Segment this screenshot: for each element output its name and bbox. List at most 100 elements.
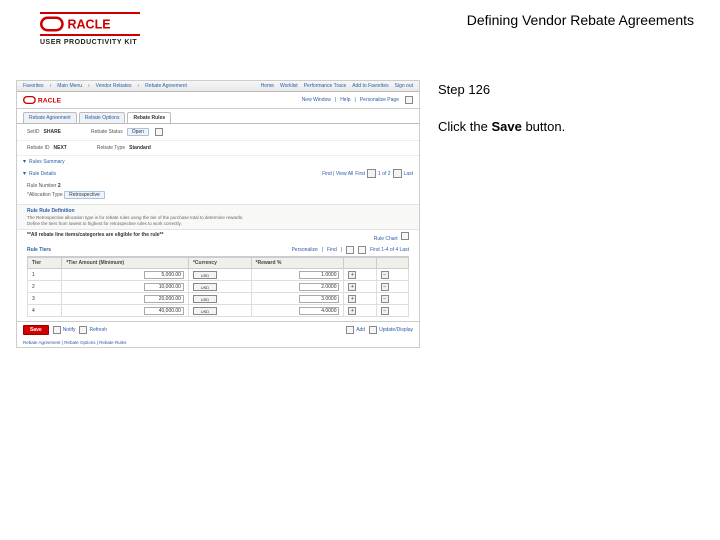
header-fields-2: Rebate ID NEXT Rebate Type Standard: [17, 141, 419, 156]
oracle-wordmark-icon: RACLE: [40, 16, 140, 32]
delete-row-button[interactable]: −: [381, 271, 389, 279]
delete-row-button[interactable]: −: [381, 283, 389, 291]
rebate-type-label: Rebate Type: [97, 145, 125, 151]
favorites-link[interactable]: Add to Favorites: [352, 83, 388, 89]
last-link[interactable]: Last: [404, 171, 413, 177]
reward-input[interactable]: 1.0000: [299, 271, 339, 279]
amount-input[interactable]: 40,000.00: [144, 307, 184, 315]
find-grid-link[interactable]: Find: [327, 247, 337, 253]
tab-rebate-options[interactable]: Rebate Options: [79, 112, 126, 123]
eligibility-note: **All rebate line items/categories are e…: [27, 232, 163, 242]
update-display-button[interactable]: Update/Display: [369, 326, 413, 334]
col-tier: Tier: [28, 258, 62, 269]
currency-select[interactable]: USD: [193, 283, 217, 291]
update-icon: [369, 326, 377, 334]
currency-cell: USD: [188, 305, 251, 317]
rule-details-header[interactable]: Rule Details Find | View All First 1 of …: [17, 167, 419, 180]
tab-rebate-rules[interactable]: Rebate Rules: [127, 112, 171, 123]
table-row: 440,000.00USD4.0000+−: [28, 305, 409, 317]
save-button[interactable]: Save: [23, 325, 49, 335]
http-icon[interactable]: [405, 96, 413, 104]
notify-button[interactable]: Notify: [53, 326, 76, 334]
rule-definition-block: Rule Rule Definition The Retrospective a…: [17, 204, 419, 230]
reward-input[interactable]: 2.0000: [299, 283, 339, 291]
rule-chart-link[interactable]: Rule Chart: [374, 232, 409, 242]
rebate-status-label: Rebate Status: [91, 129, 123, 135]
rules-summary-header[interactable]: Rules Summary: [17, 156, 419, 167]
add-row-button[interactable]: +: [348, 283, 356, 291]
chart-icon[interactable]: [401, 232, 409, 240]
amount-input[interactable]: 5,000.00: [144, 271, 184, 279]
table-row: 1 5,000.00 USD 1.0000 + −: [28, 269, 409, 281]
personalize-grid-link[interactable]: Personalize: [292, 247, 318, 253]
tab-strip: Rebate Agreement Rebate Options Rebate R…: [17, 109, 419, 124]
tier-cell: 1: [28, 269, 62, 281]
alloc-type-select[interactable]: Retrospective: [64, 191, 105, 199]
add-row-button[interactable]: +: [348, 271, 356, 279]
amount-cell: 40,000.00: [62, 305, 189, 317]
add-button[interactable]: Add: [346, 326, 365, 334]
grid-title: Rule Tiers: [27, 247, 51, 253]
tab-rebate-agreement[interactable]: Rebate Agreement: [23, 112, 77, 123]
personalize-link[interactable]: Personalize Page: [360, 97, 399, 103]
rebate-id-value: NEXT: [54, 145, 67, 151]
new-window-link[interactable]: New Window: [302, 97, 331, 103]
setid-label: SetID: [27, 129, 40, 135]
instruction-panel: Step 126 Click the Save button.: [438, 80, 694, 348]
currency-select[interactable]: USD: [193, 295, 217, 303]
rebate-id-label: Rebate ID: [27, 145, 50, 151]
rebate-status-select[interactable]: Open: [127, 128, 149, 136]
tiers-table: Tier *Tier Amount (Minimum) *Currency *R…: [27, 257, 409, 317]
delete-row-button[interactable]: −: [381, 295, 389, 303]
prev-icon[interactable]: [367, 169, 376, 178]
table-row: 210,000.00USD2.0000+−: [28, 281, 409, 293]
next-icon[interactable]: [393, 169, 402, 178]
reward-input[interactable]: 3.0000: [299, 295, 339, 303]
amount-cell: 5,000.00: [62, 269, 189, 281]
help-link[interactable]: Help: [340, 97, 350, 103]
app-top-bar: Favorites› Main Menu› Vendor Rebates› Re…: [17, 81, 419, 92]
rule-number-value: 2: [58, 183, 61, 189]
page-header: RACLE USER PRODUCTIVITY KIT Defining Ven…: [0, 0, 720, 52]
delete-row-button[interactable]: −: [381, 307, 389, 315]
step-instruction: Click the Save button.: [438, 119, 694, 134]
action-bar: Save Notify Refresh Add Update/Display: [17, 321, 419, 338]
currency-cell: USD: [188, 269, 251, 281]
perf-trace-link[interactable]: Performance Trace: [304, 83, 347, 89]
rule-details-label: Rule Details: [29, 171, 56, 177]
setid-value: SHARE: [44, 129, 62, 135]
currency-select[interactable]: USD: [193, 307, 217, 315]
amount-input[interactable]: 20,000.00: [144, 295, 184, 303]
chevron-down-icon[interactable]: [155, 128, 163, 136]
add-row-button[interactable]: +: [348, 307, 356, 315]
currency-cell: USD: [188, 281, 251, 293]
home-link[interactable]: Home: [261, 83, 274, 89]
currency-select[interactable]: USD: [193, 271, 217, 279]
rule-def-title: Rule Rule Definition: [27, 208, 409, 214]
refresh-button[interactable]: Refresh: [79, 326, 107, 334]
add-row-button[interactable]: +: [348, 295, 356, 303]
reward-cell: 1.0000: [251, 269, 344, 281]
worklist-link[interactable]: Worklist: [280, 83, 298, 89]
tier-cell: 3: [28, 293, 62, 305]
reward-input[interactable]: 4.0000: [299, 307, 339, 315]
oracle-small-icon: RACLE: [23, 95, 77, 105]
zoom-icon[interactable]: [346, 246, 354, 254]
rebate-type-value: Standard: [129, 145, 151, 151]
first-link[interactable]: First: [355, 171, 365, 177]
breadcrumb-item[interactable]: Vendor Rebates: [96, 83, 132, 89]
header-fields: SetID SHARE Rebate Status Open: [17, 124, 419, 141]
footer-tab-links[interactable]: Rebate Agreement | Rebate Options | Reba…: [17, 338, 419, 347]
amount-input[interactable]: 10,000.00: [144, 283, 184, 291]
breadcrumb-item[interactable]: Rebate Agreement: [145, 83, 187, 89]
breadcrumb-item[interactable]: Main Menu: [57, 83, 82, 89]
signout-link[interactable]: Sign out: [395, 83, 413, 89]
lesson-title: Defining Vendor Rebate Agreements: [467, 12, 694, 46]
download-icon[interactable]: [358, 246, 366, 254]
table-row: 3 20,000.00 USD 3.0000 + −: [28, 293, 409, 305]
nav-position: 1 of 2: [378, 171, 391, 177]
breadcrumb-item[interactable]: Favorites: [23, 83, 44, 89]
find-link[interactable]: Find | View All: [322, 171, 353, 177]
top-right-links: Home Worklist Performance Trace Add to F…: [261, 83, 413, 89]
reward-cell: 3.0000: [251, 293, 344, 305]
